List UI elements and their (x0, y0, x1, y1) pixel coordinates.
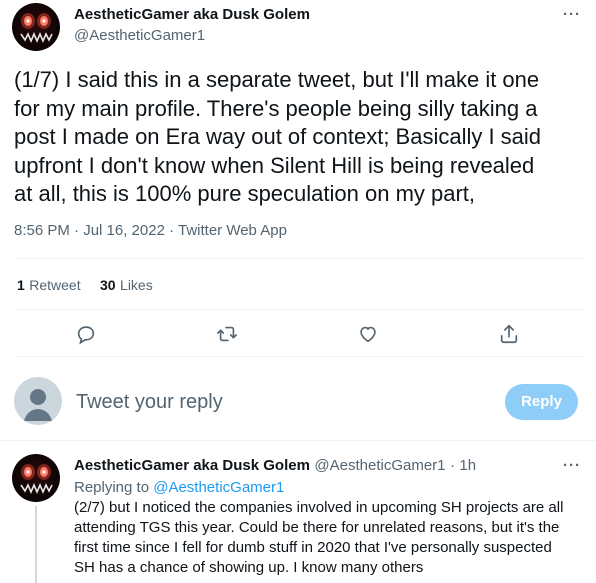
reply-icon[interactable] (75, 323, 97, 345)
divider (0, 440, 596, 441)
reply-text-line: first time since I fell for dumb stuff i… (74, 539, 552, 556)
retweet-icon[interactable] (216, 323, 238, 345)
current-user-avatar[interactable] (14, 377, 62, 425)
reply-text-line: SH has a chance of showing up. I know ma… (74, 559, 424, 576)
tweet-source[interactable]: Twitter Web App (178, 222, 287, 239)
reply-author-handle[interactable]: @AestheticGamer1 (314, 457, 445, 474)
default-user-icon (24, 389, 52, 421)
likes-stat[interactable]: 30 Likes (100, 277, 153, 295)
timestamp-text[interactable]: 8:56 PM · Jul 16, 2022 · (14, 222, 178, 239)
reply-time[interactable]: 1h (459, 457, 476, 474)
replying-to: Replying to @AestheticGamer1 (74, 479, 284, 496)
more-options-icon[interactable]: ··· (563, 6, 581, 23)
reply-text-line: (2/7) but I noticed the companies involv… (74, 499, 564, 516)
like-icon[interactable] (357, 323, 379, 345)
divider (14, 356, 584, 357)
tweet-text-line: at all, this is 100% pure speculation on… (14, 181, 476, 206)
tweet-text-line: post I made on Era way out of context; B… (14, 124, 542, 149)
reply-text-line: attending TGS this year. Could be there … (74, 519, 560, 536)
replying-to-prefix: Replying to (74, 479, 154, 496)
tweet-text: (1/7) I said this in a separate tweet, b… (14, 66, 589, 209)
author-avatar[interactable] (12, 3, 60, 51)
reply-separator: · (449, 457, 455, 474)
reply-author-name[interactable]: AestheticGamer aka Dusk Golem (74, 457, 310, 474)
reply-more-options-icon[interactable]: ··· (563, 457, 581, 474)
thread-line (35, 506, 37, 583)
replying-to-handle[interactable]: @AestheticGamer1 (153, 479, 284, 496)
demon-avatar-icon (20, 13, 53, 44)
reply-header: AestheticGamer aka Dusk Golem @Aesthetic… (74, 457, 476, 475)
reply-text: (2/7) but I noticed the companies involv… (74, 498, 589, 578)
reply-author-avatar[interactable] (12, 454, 60, 502)
likes-label: Likes (120, 277, 153, 293)
divider (14, 309, 584, 310)
author-name[interactable]: AestheticGamer aka Dusk Golem (74, 6, 310, 23)
likes-count: 30 (100, 277, 116, 293)
tweet-text-line: (1/7) I said this in a separate tweet, b… (14, 67, 540, 92)
retweets-label: Retweet (29, 277, 81, 293)
retweets-stat[interactable]: 1 Retweet (17, 277, 81, 295)
share-icon[interactable] (498, 323, 520, 345)
reply-input[interactable]: Tweet your reply (76, 391, 223, 414)
divider (14, 258, 584, 259)
tweet-timestamp: 8:56 PM · Jul 16, 2022 · Twitter Web App (14, 222, 287, 239)
author-handle[interactable]: @AestheticGamer1 (74, 27, 205, 44)
tweet-text-line: for my main profile. There's people bein… (14, 95, 538, 121)
retweets-count: 1 (17, 277, 25, 293)
tweet-text-line: upfront I don't know when Silent Hill is… (14, 152, 535, 178)
reply-button[interactable]: Reply (505, 384, 578, 420)
demon-avatar-icon (20, 464, 53, 495)
